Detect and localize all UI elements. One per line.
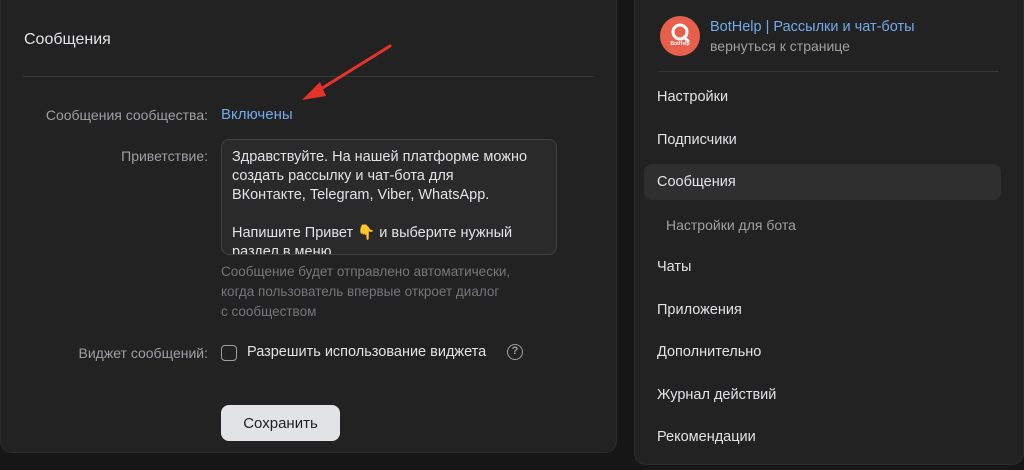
sidebar-item-recommendations[interactable]: Рекомендации <box>644 419 1001 455</box>
widget-checkbox[interactable] <box>221 345 237 361</box>
greeting-text-line: Здравствуйте. На нашей платформе можно <box>232 149 528 165</box>
page-title: Сообщения <box>24 31 111 48</box>
greeting-textarea[interactable]: Здравствуйте. На нашей платформе можно с… <box>221 139 557 255</box>
page: Сообщения Сообщения сообщества: Включены… <box>0 0 1024 470</box>
annotation-arrow <box>302 44 392 100</box>
help-icon[interactable]: ? <box>507 344 523 360</box>
sidebar-item-bot-settings[interactable]: Настройки для бота <box>644 207 1001 243</box>
sidebar-item-subscribers[interactable]: Подписчики <box>644 122 1001 158</box>
sidebar-item-advanced[interactable]: Дополнительно <box>644 334 1001 370</box>
bothelp-logo-icon: BotHelp <box>660 16 700 56</box>
community-messages-label: Сообщения сообщества: <box>45 107 208 123</box>
greeting-text-line: раздел в меню <box>232 244 332 255</box>
greeting-hint: Сообщение будет отправлено автоматически… <box>221 262 551 322</box>
hint-line: когда пользователь впервые откроет диало… <box>221 284 500 299</box>
widget-label: Виджет сообщений: <box>78 345 208 361</box>
sidebar-item-apps[interactable]: Приложения <box>644 292 1001 328</box>
app-name[interactable]: BotHelp | Рассылки и чат-боты <box>710 19 915 35</box>
divider <box>658 71 999 72</box>
logo-text: BotHelp <box>670 41 690 47</box>
greeting-text-line: Напишите Привет 👇 и выберите нужный <box>232 225 513 241</box>
sidebar-item-action-log[interactable]: Журнал действий <box>644 377 1001 413</box>
hint-line: Сообщение будет отправлено автоматически… <box>221 264 511 279</box>
sidebar-item-settings[interactable]: Настройки <box>644 79 1001 115</box>
greeting-text-line: создать рассылку и чат-бота для <box>232 168 454 184</box>
app-header-link[interactable]: BotHelp BotHelp | Рассылки и чат-боты ве… <box>660 16 1000 58</box>
sidebar-item-chats[interactable]: Чаты <box>644 249 1001 285</box>
community-messages-toggle-link[interactable]: Включены <box>221 106 293 123</box>
back-to-page-link[interactable]: вернуться к странице <box>710 38 850 54</box>
greeting-label: Приветствие: <box>121 148 208 164</box>
greeting-text-line: ВКонтакте, Telegram, Viber, WhatsApp. <box>232 187 490 203</box>
save-button[interactable]: Сохранить <box>221 405 340 441</box>
sidebar-item-messages[interactable]: Сообщения <box>644 164 1001 200</box>
hint-line: с сообществом <box>221 304 317 319</box>
widget-checkbox-label[interactable]: Разрешить использование виджета <box>247 344 486 360</box>
